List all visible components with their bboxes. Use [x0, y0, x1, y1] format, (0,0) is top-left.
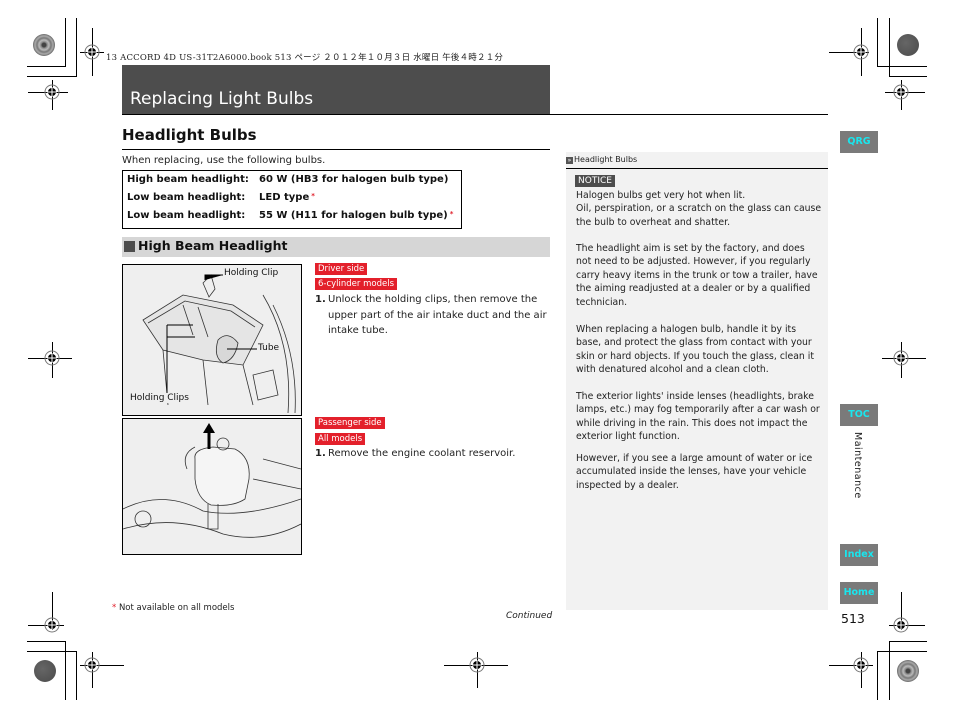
note-paragraph: The exterior lights' inside lenses (head…	[576, 391, 820, 443]
step-number: 1.	[315, 294, 326, 305]
registration-mark-icon	[893, 617, 909, 633]
spec-label: Low beam headlight:	[127, 192, 246, 203]
step-1-driver: 1. Unlock the holding clips, then remove …	[315, 292, 551, 339]
subsection-heading: High Beam Headlight	[138, 238, 288, 253]
sidebar-note-heading[interactable]: » Headlight Bulbs	[566, 155, 637, 164]
bulb-spec-table: High beam headlight: 60 W (HB3 for haloge…	[122, 170, 462, 229]
step-1-passenger: 1. Remove the engine coolant reservoir.	[315, 446, 551, 462]
registration-mark-icon	[853, 44, 869, 60]
sidebar-divider	[566, 168, 828, 169]
note-paragraph: However, if you see a large amount of wa…	[576, 453, 813, 491]
spec-row: Low beam headlight: 55 W (H11 for halogen…	[127, 210, 453, 221]
crop-line	[27, 76, 77, 77]
crop-line	[877, 651, 927, 652]
tag-6-cylinder-models: 6-cylinder models	[315, 278, 398, 290]
callout-holding-clips: Holding Clips	[129, 393, 190, 403]
asterisk-mark: *	[112, 603, 117, 613]
crop-line	[65, 18, 66, 67]
step-text: Unlock the holding clips, then remove th…	[328, 294, 547, 336]
tag-driver-side: Driver side	[315, 263, 368, 275]
spec-value: LED type	[259, 192, 310, 203]
crop-line	[877, 18, 878, 67]
registration-mark-icon	[44, 84, 60, 100]
note-paragraph: The headlight aim is set by the factory,…	[576, 243, 818, 308]
crop-line	[889, 641, 890, 700]
crop-line	[27, 651, 77, 652]
page-number: 513	[841, 611, 865, 626]
spec-label: High beam headlight:	[127, 174, 249, 185]
callout-holding-clip: Holding Clip	[223, 268, 280, 278]
step-number: 1.	[315, 448, 326, 459]
square-bullet-icon	[124, 241, 135, 252]
print-disc-icon	[897, 660, 919, 682]
registration-mark-icon	[893, 84, 909, 100]
chapter-label: Maintenance	[852, 432, 863, 499]
crop-line	[889, 76, 927, 77]
spec-label: Low beam headlight:	[127, 210, 246, 221]
registration-mark-icon	[84, 44, 100, 60]
registration-mark-icon	[893, 350, 909, 366]
callout-tube: Tube	[257, 343, 281, 353]
continued-label: Continued	[506, 611, 553, 621]
intro-text: When replacing, use the following bulbs.	[122, 155, 326, 166]
registration-mark-icon	[469, 657, 485, 673]
spec-value: 55 W (H11 for halogen bulb type)	[259, 210, 448, 221]
note-paragraph: Halogen bulbs get very hot when lit. Oil…	[576, 190, 822, 228]
figure-coolant-reservoir	[122, 418, 302, 555]
print-header: 13 ACCORD 4D US-31T2A6000.book 513 ページ ２…	[106, 53, 504, 63]
section-heading: Headlight Bulbs	[122, 126, 257, 144]
registration-mark-icon	[853, 657, 869, 673]
footnote-text: Not available on all models	[118, 603, 235, 613]
print-disc-icon	[33, 34, 55, 56]
crop-line	[889, 18, 890, 77]
spec-value: 60 W (HB3 for halogen bulb type)	[259, 174, 449, 185]
qrg-button[interactable]: QRG	[840, 131, 878, 153]
index-button[interactable]: Index	[840, 544, 878, 566]
crop-line	[877, 66, 927, 67]
crop-line	[889, 641, 927, 642]
sidebar-note-heading-text: Headlight Bulbs	[574, 155, 638, 164]
print-disc-icon	[897, 34, 919, 56]
title-divider	[122, 114, 828, 115]
tag-passenger-side: Passenger side	[315, 417, 385, 429]
step-text: Remove the engine coolant reservoir.	[328, 448, 516, 459]
tag-all-models: All models	[315, 433, 366, 445]
asterisk-mark: *	[311, 192, 315, 200]
coolant-reservoir-illustration	[123, 423, 301, 538]
crop-line	[76, 18, 77, 77]
registration-mark-icon	[44, 617, 60, 633]
toc-button[interactable]: TOC	[840, 404, 878, 426]
home-button[interactable]: Home	[840, 582, 878, 604]
note-paragraph: When replacing a halogen bulb, handle it…	[576, 324, 815, 376]
crop-line	[27, 66, 66, 67]
asterisk-mark: *	[449, 210, 454, 218]
spec-row: High beam headlight: 60 W (HB3 for haloge…	[127, 174, 448, 185]
double-chevron-icon: »	[566, 157, 573, 164]
crop-line	[27, 641, 66, 642]
registration-mark-icon	[44, 350, 60, 366]
footnote: * Not available on all models	[112, 603, 234, 613]
registration-mark-icon	[84, 657, 100, 673]
page-title: Replacing Light Bulbs	[130, 89, 314, 109]
crop-line	[65, 641, 66, 700]
figure-air-intake: Holding Clip Tube Holding Clips	[122, 264, 302, 416]
notice-badge: NOTICE	[575, 175, 615, 187]
spec-row: Low beam headlight: LED type *	[127, 192, 315, 203]
crop-line	[76, 651, 77, 700]
print-disc-icon	[34, 660, 56, 682]
crop-line	[877, 651, 878, 700]
section-divider	[122, 149, 550, 150]
